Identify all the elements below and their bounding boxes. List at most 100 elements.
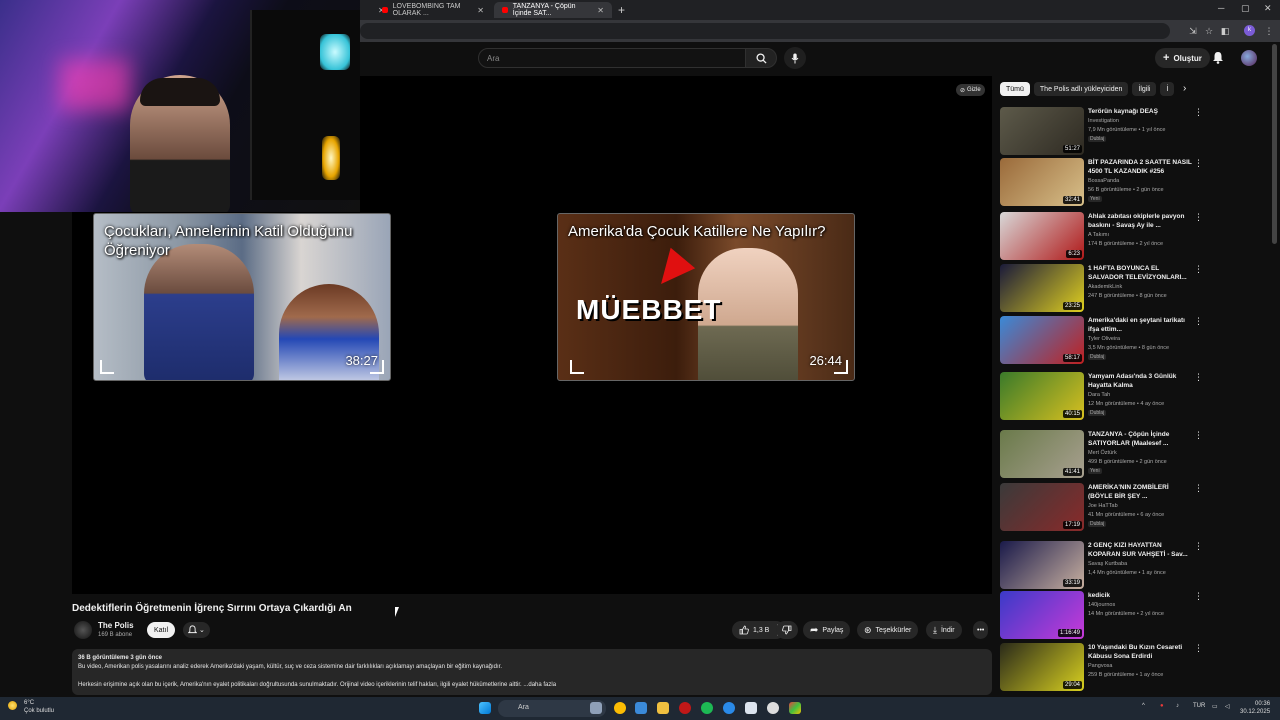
page-scrollbar[interactable] [1272, 44, 1277, 244]
more-options-icon[interactable]: ⋮ [1194, 541, 1203, 552]
video-title[interactable]: BİT PAZARINDA 2 SAATTE NASIL 4500 TL KAZ… [1088, 158, 1192, 176]
spotify-icon[interactable] [701, 702, 713, 714]
tray-chevron-icon[interactable]: ^ [1142, 703, 1145, 709]
video-thumbnail[interactable]: 33:19 [1000, 541, 1084, 589]
video-title[interactable]: TANZANYA - Çöpün İçinde SATIYORLAR (Maal… [1088, 430, 1192, 448]
close-icon[interactable]: ✕ [477, 6, 484, 15]
opera-icon[interactable] [679, 702, 691, 714]
more-options-icon[interactable]: ⋮ [1194, 264, 1203, 275]
video-title[interactable]: AMERİKA'NIN ZOMBİLERİ (BÖYLE BİR ŞEY ... [1088, 483, 1192, 501]
video-title[interactable]: 1 HAFTA BOYUNCA EL SALVADOR TELEVİZYONLA… [1088, 264, 1192, 282]
video-title[interactable]: Amerika'daki en şeytani tarikatı ifşa et… [1088, 316, 1192, 334]
description-box[interactable]: 36 B görüntüleme 3 gün önce Bu video, Am… [72, 649, 992, 695]
video-thumbnail[interactable]: 17:19 [1000, 483, 1084, 531]
recommended-video[interactable]: 23:25 1 HAFTA BOYUNCA EL SALVADOR TELEVİZ… [1000, 264, 1270, 316]
telegram-icon[interactable] [635, 702, 647, 714]
chip-from-uploader[interactable]: The Polis adlı yükleyiciden [1033, 82, 1129, 96]
recommended-video[interactable]: 40:15 Yamyam Adası'nda 3 Günlük Hayatta K… [1000, 372, 1270, 424]
channel-name[interactable]: A Takımı [1088, 232, 1109, 238]
extensions-icon[interactable]: ◧ [1218, 24, 1232, 38]
more-options-icon[interactable]: ⋮ [1194, 591, 1203, 602]
download-button[interactable]: ⤓ İndir [926, 621, 962, 639]
start-icon[interactable] [479, 702, 491, 714]
recommended-video[interactable]: 51:27 Terörün kaynağı DEAŞ Investigation 7,… [1000, 107, 1270, 159]
dislike-button[interactable] [776, 621, 798, 639]
endscreen-video-card[interactable]: Çocukları, Annelerinin Katil Olduğunu Öğ… [93, 213, 391, 381]
chrome-active-icon[interactable] [789, 702, 801, 714]
video-title[interactable]: kedicik [1088, 591, 1192, 600]
new-tab-button[interactable]: + [618, 3, 625, 17]
taskbar-clock[interactable]: 00:36 30.12.2025 [1240, 700, 1270, 716]
video-thumbnail[interactable]: 23:25 [1000, 264, 1084, 312]
tray-mic-icon[interactable]: ♪ [1176, 703, 1179, 709]
channel-name[interactable]: Tyler Oliveira [1088, 336, 1120, 342]
notifications-button[interactable] [1212, 51, 1224, 69]
weather-widget[interactable]: 6°C Çok bulutlu [24, 699, 54, 715]
search-highlight-icon[interactable] [590, 702, 602, 714]
voice-search-button[interactable] [784, 47, 806, 69]
channel-name[interactable]: Joe HaTTab [1088, 503, 1118, 509]
recommended-video[interactable]: 6:23 Ahlak zabıtası okiplerle pavyon bask… [1000, 212, 1270, 264]
recommended-video[interactable]: 58:17 Amerika'daki en şeytani tarikatı if… [1000, 316, 1270, 368]
language-indicator[interactable]: TUR [1193, 703, 1205, 709]
browser-tab-1[interactable]: LOVEBOMBING TAM OLARAK ... ✕ [374, 2, 492, 18]
video-title[interactable]: 10 Yaşındaki Bu Kızın Cesareti Kâbusu So… [1088, 643, 1192, 661]
maximize-icon[interactable]: ▢ [1241, 3, 1250, 14]
video-title[interactable]: 2 GENÇ KIZI HAYATTAN KOPARAN SUR VAHŞETİ… [1088, 541, 1192, 559]
share-button[interactable]: ➦ Paylaş [803, 621, 851, 639]
install-icon[interactable]: ⇲ [1186, 24, 1200, 38]
chip-related[interactable]: İlgili [1132, 82, 1157, 96]
create-button[interactable]: + Oluştur [1155, 48, 1210, 68]
chevron-right-icon[interactable]: › [1183, 83, 1186, 94]
video-title[interactable]: Yamyam Adası'nda 3 Günlük Hayatta Kalma [1088, 372, 1192, 390]
more-options-icon[interactable]: ⋮ [1194, 158, 1203, 169]
browser-tab-2[interactable]: TANZANYA - Çöpün İçinde SAT... ✕ [494, 2, 612, 18]
video-title[interactable]: Ahlak zabıtası okiplerle pavyon baskını … [1088, 212, 1192, 230]
account-avatar[interactable] [1241, 50, 1257, 66]
more-options-icon[interactable]: ⋮ [1194, 483, 1203, 494]
more-options-icon[interactable]: ⋮ [1194, 107, 1203, 118]
video-thumbnail[interactable]: 40:15 [1000, 372, 1084, 420]
network-icon[interactable]: ▭ [1212, 703, 1218, 710]
recommended-video[interactable]: 17:19 AMERİKA'NIN ZOMBİLERİ (BÖYLE BİR ŞE… [1000, 483, 1270, 535]
video-thumbnail[interactable]: 51:27 [1000, 107, 1084, 155]
channel-name[interactable]: Pangvosa [1088, 663, 1112, 669]
video-thumbnail[interactable]: 6:23 [1000, 212, 1084, 260]
video-title[interactable]: Terörün kaynağı DEAŞ [1088, 107, 1192, 116]
close-window-icon[interactable]: ✕ [1264, 3, 1272, 14]
recommended-video[interactable]: 32:41 BİT PAZARINDA 2 SAATTE NASIL 4500 T… [1000, 158, 1270, 210]
channel-name[interactable]: The Polis [98, 621, 134, 630]
tray-app-icon[interactable]: ● [1160, 703, 1164, 709]
more-options-icon[interactable]: ⋮ [1194, 316, 1203, 327]
app-icon[interactable] [745, 702, 757, 714]
hide-endcards-button[interactable]: ⊘ Gizle [956, 84, 985, 96]
chip-more[interactable]: İ [1160, 82, 1175, 96]
channel-name[interactable]: Dara Tah [1088, 392, 1110, 398]
video-thumbnail[interactable]: 1:16:49 [1000, 591, 1084, 639]
github-icon[interactable] [767, 702, 779, 714]
channel-name[interactable]: 140journos [1088, 602, 1115, 608]
more-options-icon[interactable]: ⋮ [1194, 212, 1203, 223]
chrome-icon[interactable] [614, 702, 626, 714]
endscreen-video-card[interactable]: MÜEBBET Amerika'da Çocuk Katillere Ne Ya… [557, 213, 855, 381]
video-thumbnail[interactable]: 29:04 [1000, 643, 1084, 691]
more-options-icon[interactable]: ⋮ [1194, 430, 1203, 441]
more-actions-button[interactable]: ••• [973, 621, 989, 639]
channel-name[interactable]: AkademikLink [1088, 284, 1122, 290]
channel-name[interactable]: Savaş Kurtbaba [1088, 561, 1127, 567]
search-input[interactable]: Ara [478, 48, 746, 68]
more-options-icon[interactable]: ⋮ [1194, 643, 1203, 654]
channel-name[interactable]: Investigation [1088, 118, 1119, 124]
video-thumbnail[interactable]: 41:41 [1000, 430, 1084, 478]
channel-name[interactable]: Mert Öztürk [1088, 450, 1117, 456]
recommended-video[interactable]: 33:19 2 GENÇ KIZI HAYATTAN KOPARAN SUR VA… [1000, 541, 1270, 593]
join-button[interactable]: Katıl [147, 622, 176, 638]
channel-avatar[interactable] [74, 621, 92, 639]
thanks-button[interactable]: ⊛ Teşekkürler [857, 621, 919, 639]
volume-icon[interactable]: ◁ [1225, 703, 1230, 710]
recommended-video[interactable]: 1:16:49 kedicik 140journos 14 Mn görüntülem… [1000, 591, 1270, 643]
bookmark-star-icon[interactable]: ☆ [1202, 24, 1216, 38]
app-icon[interactable] [723, 702, 735, 714]
folder-icon[interactable] [657, 702, 669, 714]
recommended-video[interactable]: 29:04 10 Yaşındaki Bu Kızın Cesareti Kâbu… [1000, 643, 1270, 695]
